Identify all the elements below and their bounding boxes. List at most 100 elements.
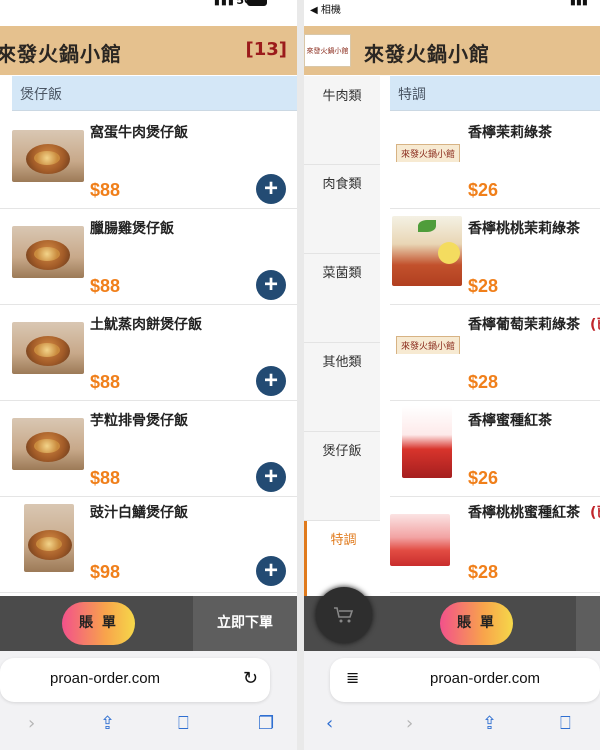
add-to-cart-button[interactable]: +	[256, 174, 286, 204]
category-title: 煲仔飯	[20, 87, 62, 103]
sold-out-tag: (已	[590, 317, 600, 333]
dish-image	[12, 226, 84, 278]
store-name: 來發火鍋小館	[0, 42, 122, 66]
store-logo: 來發火鍋小館	[304, 34, 351, 67]
drink-image	[392, 216, 462, 286]
dish-image	[12, 322, 84, 374]
right-phone-screen: ◀ 相機 ▮▮▮ 來發火鍋小館 來發火鍋小館 牛肉類 肉食類 菜菌類 其他類 煲…	[304, 0, 600, 750]
order-now-button[interactable]: 立即下單	[193, 596, 297, 651]
screenshot: ▮▮▮ 5G 來發火鍋小館 [13] 煲仔飯 窩蛋牛肉煲仔飯 $88 + 臘腸雞…	[0, 0, 600, 750]
action-bar: 賬 單 立即下單	[0, 596, 297, 651]
address-bar[interactable]: ≣ proan-order.com	[330, 658, 600, 702]
dish-image	[24, 504, 74, 572]
item-price: $26	[468, 180, 499, 200]
browser-chrome: proan-order.com ↻ › ⇪ ⎕ ❐	[0, 651, 297, 750]
chevron-left-icon[interactable]: ‹	[326, 713, 333, 734]
plus-icon: +	[263, 557, 278, 584]
url-text: proan-order.com	[50, 670, 161, 687]
bill-button[interactable]: 賬 單	[440, 602, 513, 645]
book-icon[interactable]: ⎕	[178, 713, 189, 734]
cart-count[interactable]: [13]	[245, 39, 287, 60]
browser-chrome: ≣ proan-order.com ‹ › ⇪ ⎕	[304, 651, 600, 750]
plus-icon: +	[263, 175, 278, 202]
share-icon[interactable]: ⇪	[100, 713, 115, 734]
sidebar-item-meat[interactable]: 肉食類	[304, 165, 380, 254]
item-price: $26	[468, 468, 499, 488]
share-icon[interactable]: ⇪	[482, 713, 497, 734]
menu-item[interactable]: 芋粒排骨煲仔飯 $88 +	[0, 402, 297, 497]
menu-item[interactable]: 香檸蜜種紅茶 $26	[390, 402, 600, 497]
sidebar-item-claypot[interactable]: 煲仔飯	[304, 432, 380, 521]
item-name: 芋粒排骨煲仔飯	[90, 413, 188, 429]
item-price: $28	[468, 372, 499, 392]
reload-icon[interactable]: ↻	[243, 668, 258, 689]
signal-icon: ▮▮▮	[213, 0, 235, 7]
store-header: 來發火鍋小館 來發火鍋小館	[304, 26, 600, 75]
category-title-bar: 煲仔飯	[12, 76, 297, 111]
sidebar-item-label: 煲仔飯	[322, 444, 362, 459]
order-now-button[interactable]: 立	[576, 596, 600, 651]
bill-button[interactable]: 賬 單	[62, 602, 135, 645]
dish-image	[12, 418, 84, 470]
battery-icon	[247, 0, 267, 6]
menu-item[interactable]: 窩蛋牛肉煲仔飯 $88 +	[0, 114, 297, 209]
book-icon[interactable]: ⎕	[560, 713, 571, 734]
plus-icon: +	[263, 463, 278, 490]
menu-item[interactable]: 香檸桃桃蜜種紅茶 (已 $28	[390, 498, 600, 593]
status-bar: ▮▮▮ 5G	[0, 0, 297, 26]
reader-icon[interactable]: ≣	[346, 668, 359, 687]
sidebar-item-label: 特調	[330, 533, 357, 548]
chevron-right-icon[interactable]: ›	[406, 713, 413, 734]
logo-text: 來發火鍋小館	[306, 46, 349, 55]
store-name: 來發火鍋小館	[364, 42, 490, 66]
left-phone-screen: ▮▮▮ 5G 來發火鍋小館 [13] 煲仔飯 窩蛋牛肉煲仔飯 $88 + 臘腸雞…	[0, 0, 297, 750]
dish-image	[12, 130, 84, 182]
drink-image	[402, 406, 452, 478]
address-bar[interactable]: proan-order.com ↻	[0, 658, 270, 702]
drink-image	[390, 514, 450, 566]
sidebar-item-label: 肉食類	[322, 177, 362, 192]
item-price: $88	[90, 276, 121, 296]
item-price: $28	[468, 276, 499, 296]
cart-button[interactable]	[316, 587, 372, 643]
sidebar-item-veg[interactable]: 菜菌類	[304, 254, 380, 343]
menu-item[interactable]: 臘腸雞煲仔飯 $88 +	[0, 210, 297, 305]
tabs-icon[interactable]: ❐	[258, 713, 274, 734]
item-name: 香檸桃桃蜜種紅茶	[468, 505, 580, 521]
item-price: $88	[90, 372, 121, 392]
item-price: $98	[90, 562, 121, 582]
plus-icon: +	[263, 367, 278, 394]
menu-item[interactable]: 香檸桃桃茉莉綠茶 $28	[390, 210, 600, 305]
sidebar-item-others[interactable]: 其他類	[304, 343, 380, 432]
sidebar-item-beef[interactable]: 牛肉類	[304, 76, 380, 165]
chevron-right-icon[interactable]: ›	[28, 713, 35, 734]
signal-icon: ▮▮▮	[569, 0, 588, 7]
sold-out-tag: (已	[590, 505, 600, 521]
sidebar-item-label: 其他類	[322, 355, 362, 370]
add-to-cart-button[interactable]: +	[256, 366, 286, 396]
url-text: proan-order.com	[430, 670, 541, 687]
item-name: 豉汁白鱔煲仔飯	[90, 505, 188, 521]
sidebar-item-label: 牛肉類	[322, 89, 362, 104]
category-title-bar: 特調	[390, 76, 600, 111]
logo-text: 來發火鍋小館	[395, 144, 460, 162]
back-to-app[interactable]: ◀ 相機	[310, 1, 341, 16]
drink-image: 來發火鍋小館	[392, 336, 464, 354]
sidebar-item-label: 菜菌類	[322, 266, 362, 281]
menu-item[interactable]: 來發火鍋小館 香檸茉莉綠茶 $26	[390, 114, 600, 209]
drink-image: 來發火鍋小館	[392, 144, 464, 162]
menu-item[interactable]: 豉汁白鱔煲仔飯 $98 +	[0, 498, 297, 593]
item-name: 臘腸雞煲仔飯	[90, 221, 174, 237]
menu-item[interactable]: 土魷蒸肉餅煲仔飯 $88 +	[0, 306, 297, 401]
menu-item[interactable]: 來發火鍋小館 香檸葡萄茉莉綠茶 (已 $28	[390, 306, 600, 401]
item-name: 土魷蒸肉餅煲仔飯	[90, 317, 202, 333]
item-price: $88	[90, 468, 121, 488]
plus-icon: +	[263, 271, 278, 298]
item-name: 香檸蜜種紅茶	[468, 413, 552, 429]
item-name: 香檸茉莉綠茶	[468, 125, 552, 141]
add-to-cart-button[interactable]: +	[256, 462, 286, 492]
add-to-cart-button[interactable]: +	[256, 556, 286, 586]
store-header: 來發火鍋小館 [13]	[0, 26, 297, 75]
add-to-cart-button[interactable]: +	[256, 270, 286, 300]
status-bar: ◀ 相機 ▮▮▮	[304, 0, 600, 26]
